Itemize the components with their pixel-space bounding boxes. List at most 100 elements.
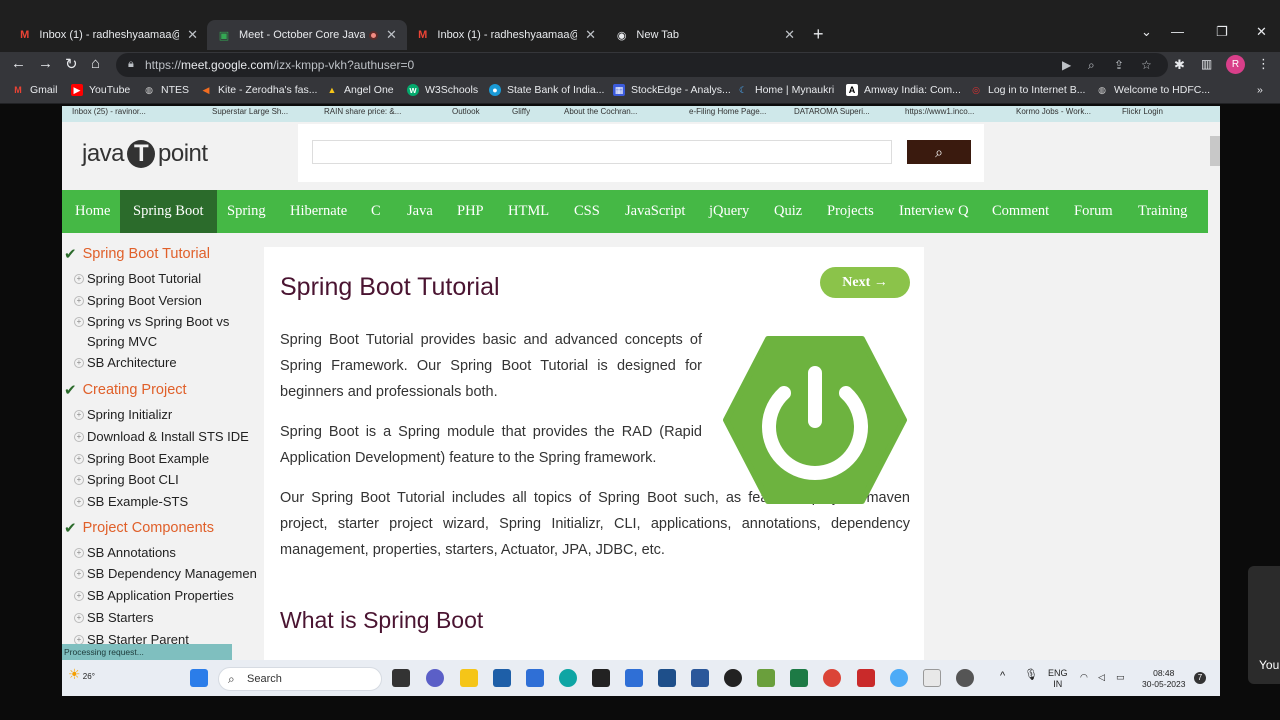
sidebar-heading[interactable]: ✔ Project Components [64, 519, 214, 537]
share-icon[interactable]: ⇪ [1114, 58, 1124, 72]
bookmark-star-icon[interactable]: ☆ [1141, 58, 1152, 72]
bookmark-youtube[interactable]: ▶ YouTube [71, 84, 130, 96]
window-close-button[interactable]: ✕ [1256, 24, 1267, 40]
inner-bookmark[interactable]: Flickr Login [1122, 107, 1163, 116]
bookmark-hdfc[interactable]: ◍ Welcome to HDFC... [1096, 84, 1210, 96]
side-panel-icon[interactable]: ▥ [1201, 57, 1212, 71]
inner-bookmark[interactable]: DATAROMA Superi... [794, 107, 870, 116]
sidebar-item[interactable]: + SB Application Properties [74, 586, 269, 606]
extensions-icon[interactable]: ✱ [1174, 57, 1185, 73]
sidebar-item[interactable]: + Spring Boot Version [74, 291, 269, 311]
inner-bookmark[interactable]: About the Cochran... [564, 107, 637, 116]
inner-bookmark[interactable]: RAIN share price: &... [324, 107, 401, 116]
bookmark-mynaukri[interactable]: ☾ Home | Mynaukri [737, 84, 834, 96]
nav-training[interactable]: Training [1125, 190, 1200, 233]
chrome-icon[interactable] [823, 669, 841, 687]
tab-meet[interactable]: ▣ Meet - October Core Java Ba ✕ [207, 20, 407, 50]
close-icon[interactable]: ✕ [784, 27, 795, 43]
bookmark-amway[interactable]: A Amway India: Com... [846, 84, 961, 96]
bookmark-w3schools[interactable]: w W3Schools [407, 84, 478, 96]
sidebar-heading[interactable]: ✔ Spring Boot Tutorial [64, 245, 210, 263]
notepad-icon[interactable] [625, 669, 643, 687]
app-icon[interactable] [956, 669, 974, 687]
sidebar-item[interactable]: + Spring Boot CLI [74, 470, 269, 490]
sidebar-item[interactable]: + SB Example-STS [74, 492, 269, 512]
bookmark-sbi[interactable]: ● State Bank of India... [489, 84, 604, 96]
minimize-button[interactable]: — [1171, 24, 1184, 39]
menu-icon[interactable]: ⋮ [1257, 56, 1270, 72]
pdf-icon[interactable] [857, 669, 875, 687]
bookmark-stockedge[interactable]: ▦ StockEdge - Analys... [613, 84, 731, 96]
camera-icon[interactable]: ▶ [1062, 58, 1071, 72]
sidebar-item[interactable]: + SB Dependency Managemen [74, 564, 269, 584]
microphone-icon[interactable]: 🎙︎ [1024, 670, 1038, 681]
inner-bookmark[interactable]: e-Filing Home Page... [689, 107, 766, 116]
teams-icon[interactable] [426, 669, 444, 687]
nav-forum[interactable]: Forum [1061, 190, 1126, 233]
tab-inbox-1[interactable]: M Inbox (1) - radheshyaamaa@gm ✕ [8, 20, 208, 50]
nav-c[interactable]: C [358, 190, 394, 233]
sidebar-heading[interactable]: ✔ Creating Project [64, 381, 187, 399]
app-icon[interactable] [526, 669, 544, 687]
sidebar-item[interactable]: + Spring Boot Tutorial [74, 269, 269, 289]
nav-javascript[interactable]: JavaScript [612, 190, 698, 233]
bookmarks-more[interactable]: » [1257, 84, 1263, 96]
nav-spring-boot[interactable]: Spring Boot [120, 190, 217, 233]
close-icon[interactable]: ✕ [585, 27, 596, 43]
excel-icon[interactable] [790, 669, 808, 687]
clock[interactable]: 08:48 30-05-2023 [1142, 668, 1185, 690]
inner-bookmark[interactable]: Inbox (25) - ravinor... [72, 107, 146, 116]
inner-bookmark[interactable]: Superstar Large Sh... [212, 107, 288, 116]
language-indicator[interactable]: ENG IN [1048, 668, 1068, 690]
sidebar-item[interactable]: + Download & Install STS IDE [74, 427, 269, 447]
javatpoint-logo[interactable]: java Tpoint [82, 140, 208, 168]
sidebar-item[interactable]: + SB Starters [74, 608, 269, 628]
task-view-icon[interactable] [392, 669, 410, 687]
nav-php[interactable]: PHP [444, 190, 497, 233]
close-icon[interactable]: ✕ [386, 27, 397, 43]
bookmark-angel-one[interactable]: ▲ Angel One [326, 84, 394, 96]
new-tab-button[interactable]: + [813, 24, 824, 45]
nav-comment[interactable]: Comment [979, 190, 1062, 233]
edge-icon[interactable] [559, 669, 577, 687]
sidebar-item[interactable]: + Spring Boot Example [74, 449, 269, 469]
inner-bookmark[interactable]: Outlook [452, 107, 480, 116]
inner-bookmark[interactable]: https://www1.inco... [905, 107, 974, 116]
taskbar-search[interactable]: ⌕ Search [218, 667, 382, 691]
nav-interview-q[interactable]: Interview Q [886, 190, 982, 233]
inner-bookmark[interactable]: Gliffy [512, 107, 530, 116]
file-explorer-icon[interactable] [460, 669, 478, 687]
address-bar[interactable]: 🔒︎ https://meet.google.com/izx-kmpp-vkh?… [116, 53, 1168, 77]
weather-widget[interactable]: ☀ 26° [68, 666, 95, 683]
media-player-icon[interactable] [724, 669, 742, 687]
nav-quiz[interactable]: Quiz [761, 190, 815, 233]
page-scrollbar[interactable] [1210, 122, 1220, 660]
nav-home[interactable]: Home [62, 190, 123, 233]
nav-html[interactable]: HTML [495, 190, 562, 233]
start-icon[interactable] [190, 669, 208, 687]
battery-icon[interactable]: ▭ [1116, 672, 1125, 683]
nav-hibernate[interactable]: Hibernate [277, 190, 360, 233]
search-button[interactable]: ⌕ [907, 140, 971, 164]
close-icon[interactable]: ✕ [187, 27, 198, 43]
tray-chevron-icon[interactable]: ^ [1000, 671, 1005, 682]
bookmark-internet-banking[interactable]: ◎ Log in to Internet B... [970, 84, 1085, 96]
app-icon[interactable] [923, 669, 941, 687]
notification-badge[interactable]: 7 [1194, 672, 1206, 684]
tab-search-icon[interactable]: ⌄ [1141, 24, 1152, 40]
tab-newtab[interactable]: ◉ New Tab ✕ [605, 20, 805, 50]
bookmark-gmail[interactable]: M Gmail [12, 84, 57, 96]
sidebar-item[interactable]: + SB Architecture [74, 353, 269, 373]
nav-projects[interactable]: Projects [814, 190, 887, 233]
wifi-icon[interactable]: ◠ [1080, 672, 1088, 683]
sidebar-item[interactable]: + Spring vs Spring Boot vs Spring MVC [74, 312, 254, 352]
forward-icon[interactable]: → [38, 55, 53, 72]
sidebar-item[interactable]: + Spring Initializr [74, 405, 269, 425]
search-input[interactable] [312, 140, 892, 164]
zoom-icon[interactable]: ⌕ [1088, 58, 1095, 73]
tab-inbox-2[interactable]: M Inbox (1) - radheshyaamaa@gm ✕ [406, 20, 606, 50]
bookmark-ntes[interactable]: ◍ NTES [143, 84, 189, 96]
next-button[interactable]: Next → [820, 267, 910, 298]
nav-css[interactable]: CSS [561, 190, 613, 233]
profile-avatar[interactable]: R [1226, 55, 1245, 74]
